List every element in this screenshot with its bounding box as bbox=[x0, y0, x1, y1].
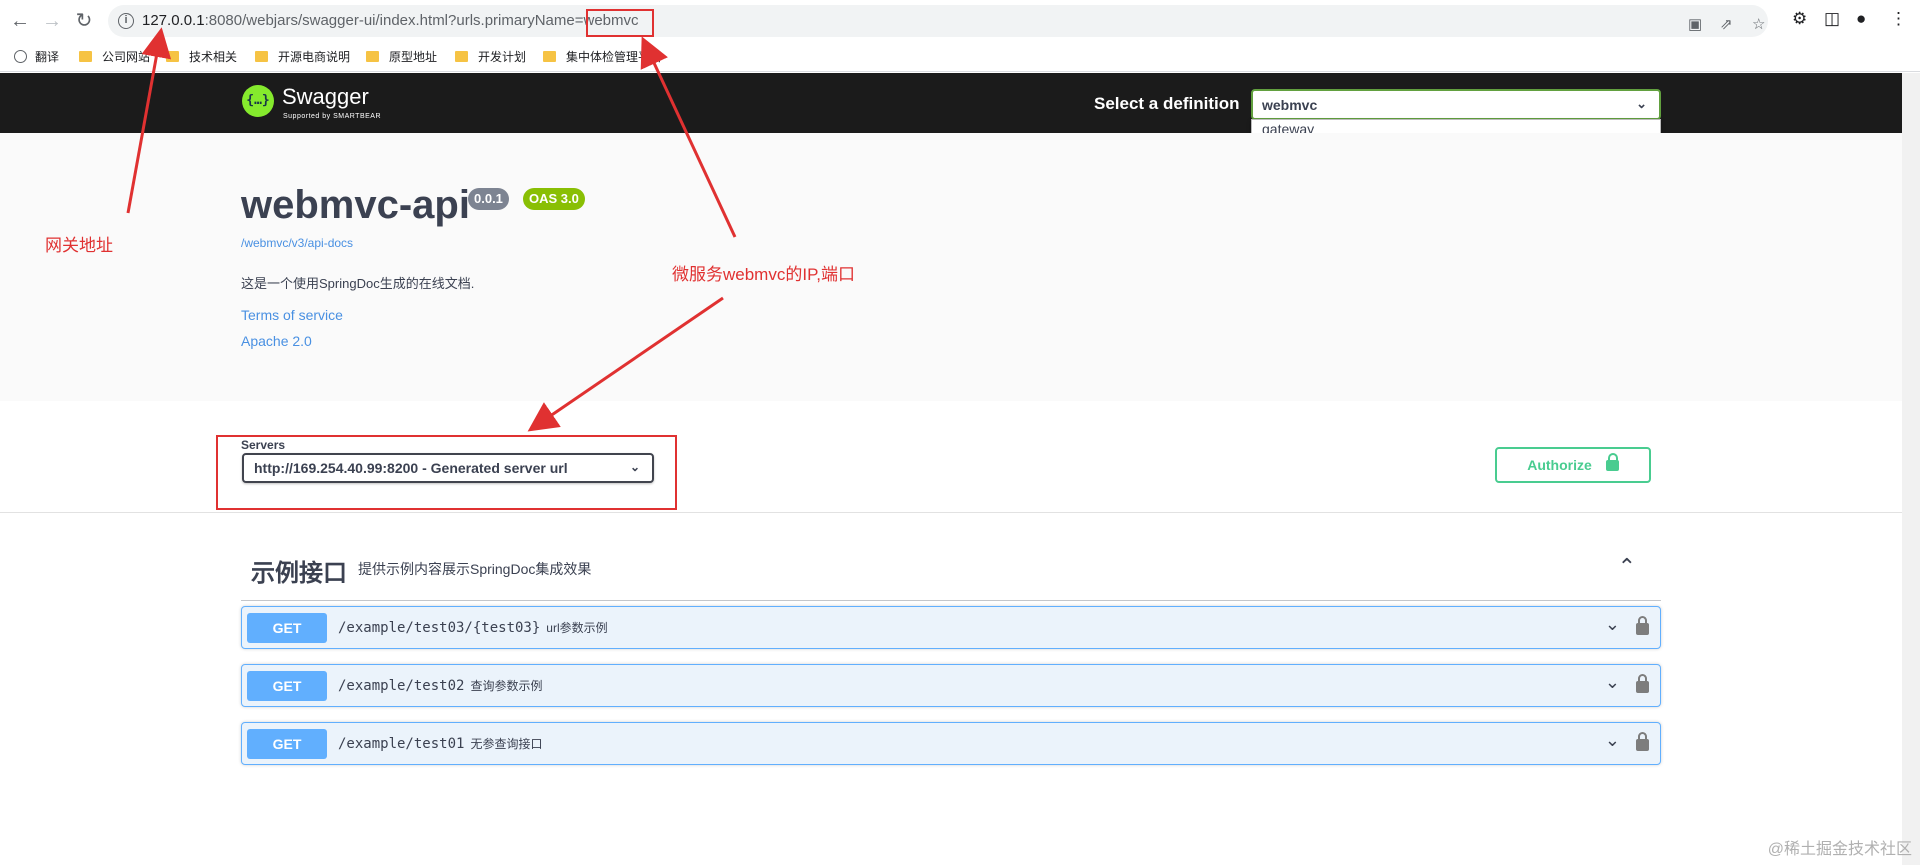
watermark: @稀土掘金技术社区 bbox=[1767, 841, 1912, 858]
gateway-arrow bbox=[126, 27, 172, 214]
server-url-arrow bbox=[527, 296, 724, 432]
microservice-annotation: 微服务webmvc的IP,端口 bbox=[672, 265, 855, 284]
gateway-annotation: 网关地址 bbox=[45, 236, 113, 255]
annotation-arrows bbox=[126, 27, 737, 432]
webmvc-name-arrow bbox=[640, 36, 737, 238]
